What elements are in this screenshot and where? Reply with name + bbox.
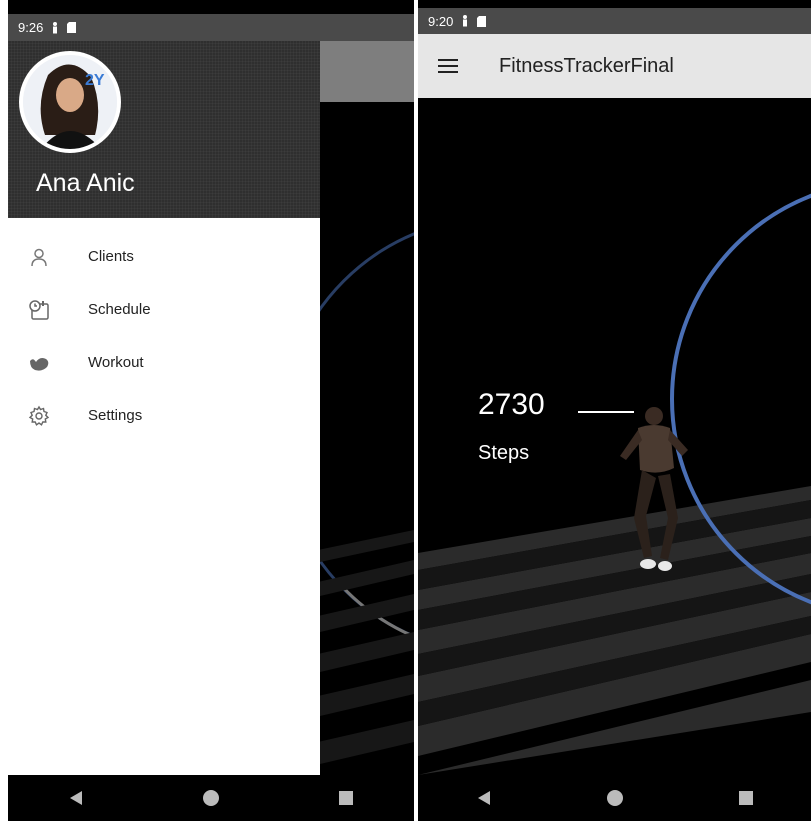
steps-label: Steps — [478, 442, 530, 464]
steps-connector-line — [578, 411, 634, 413]
calendar-clock-icon — [26, 297, 52, 323]
recents-button[interactable] — [326, 778, 366, 818]
sd-card-icon — [67, 22, 77, 33]
status-time: 9:26 — [18, 20, 44, 35]
drawer-item-label: Workout — [88, 354, 144, 371]
drawer-item-workout[interactable]: Workout — [8, 336, 320, 389]
recents-icon — [738, 791, 753, 805]
home-button[interactable] — [191, 778, 231, 818]
bicep-icon — [26, 350, 52, 376]
home-icon — [606, 790, 623, 806]
drawer-menu: Clients Schedule Workout Settings — [8, 218, 320, 442]
system-nav-bar — [8, 775, 414, 821]
drawer-item-label: Clients — [88, 248, 134, 265]
home-button[interactable] — [595, 778, 635, 818]
right-screen: 9:20 FitnessTrackerFinal 2730 Steps — [418, 0, 811, 821]
drawer-item-settings[interactable]: Settings — [8, 389, 320, 442]
steps-value: 2730 — [478, 388, 545, 421]
user-name: Ana Anic — [36, 169, 135, 197]
system-nav-bar — [418, 775, 811, 821]
home-icon — [202, 790, 219, 806]
navigation-drawer: 2Y Ana Anic Clients Schedule Workout Set… — [8, 41, 320, 775]
drawer-item-label: Schedule — [88, 301, 151, 318]
person-status-icon — [51, 21, 59, 34]
back-icon — [477, 791, 490, 805]
drawer-item-label: Settings — [88, 407, 143, 424]
svg-text:2Y: 2Y — [85, 72, 105, 89]
person-status-icon — [461, 15, 469, 27]
drawer-item-schedule[interactable]: Schedule — [8, 283, 320, 336]
back-button[interactable] — [56, 778, 96, 818]
status-bar: 9:20 — [418, 8, 811, 34]
runner-figure — [620, 407, 688, 571]
background-scene: 2730 Steps — [418, 98, 811, 775]
sd-card-icon — [477, 15, 487, 27]
person-icon — [26, 244, 52, 270]
back-icon — [69, 791, 82, 805]
drawer-header: 2Y Ana Anic — [8, 41, 320, 218]
hamburger-menu-icon[interactable] — [438, 52, 466, 80]
drawer-item-clients[interactable]: Clients — [8, 230, 320, 283]
recents-icon — [339, 791, 354, 805]
back-button[interactable] — [464, 778, 504, 818]
status-bar: 9:26 — [8, 14, 414, 41]
left-screen: 9:26 2Y Ana Anic Clients Schedule Workou… — [8, 0, 414, 821]
avatar[interactable]: 2Y — [19, 51, 121, 153]
recents-button[interactable] — [726, 778, 766, 818]
status-time: 9:20 — [428, 13, 454, 29]
app-title: FitnessTrackerFinal — [499, 54, 674, 77]
app-bar: FitnessTrackerFinal — [418, 34, 811, 98]
gear-icon — [26, 403, 52, 429]
